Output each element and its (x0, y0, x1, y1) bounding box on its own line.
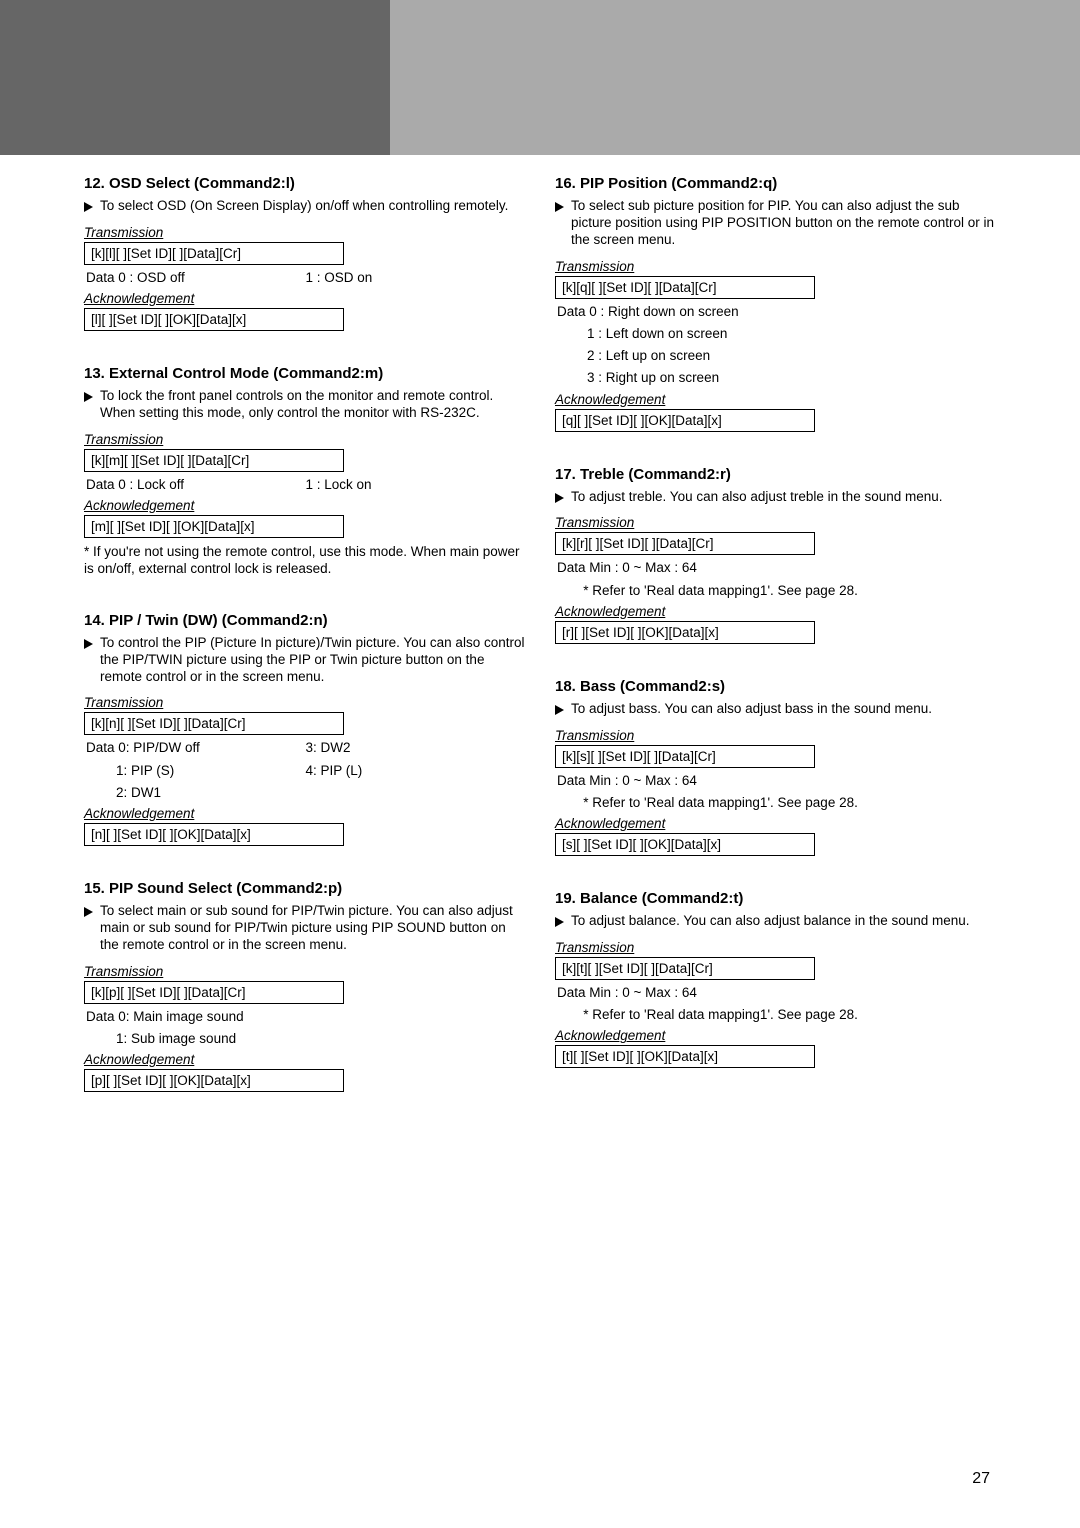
data-line: 2 : Left up on screen (555, 347, 996, 365)
data-line: 1: Sub image sound (84, 1030, 525, 1048)
data-line: * Refer to 'Real data mapping1'. See pag… (555, 1006, 996, 1024)
header-dark-block (0, 0, 390, 155)
right-column: 16. PIP Position (Command2:q) To select … (555, 175, 996, 1126)
section-desc: To select sub picture position for PIP. … (555, 198, 996, 249)
section-heading: 19. Balance (Command2:t) (555, 890, 996, 907)
ack-box: [n][ ][Set ID][ ][OK][Data][x] (84, 823, 344, 846)
transmission-box: [k][t][ ][Set ID][ ][Data][Cr] (555, 957, 815, 980)
left-column: 12. OSD Select (Command2:l) To select OS… (84, 175, 525, 1126)
ack-label: Acknowledgement (84, 498, 525, 513)
ack-box: [m][ ][Set ID][ ][OK][Data][x] (84, 515, 344, 538)
section-desc: To control the PIP (Picture In picture)/… (84, 635, 525, 686)
section-desc: To lock the front panel controls on the … (84, 388, 525, 422)
transmission-box: [k][n][ ][Set ID][ ][Data][Cr] (84, 712, 344, 735)
ack-box: [r][ ][Set ID][ ][OK][Data][x] (555, 621, 815, 644)
data-line: Data 0 : Lock off1 : Lock on (84, 476, 525, 494)
transmission-label: Transmission (555, 728, 996, 743)
section-desc: To adjust balance. You can also adjust b… (555, 913, 996, 930)
section-desc: To adjust treble. You can also adjust tr… (555, 489, 996, 506)
section-heading: 17. Treble (Command2:r) (555, 466, 996, 483)
footnote: * If you're not using the remote control… (84, 544, 525, 578)
data-line: Data 0 : Right down on screen (555, 303, 996, 321)
ack-label: Acknowledgement (555, 816, 996, 831)
transmission-label: Transmission (84, 964, 525, 979)
data-line: Data 0: PIP/DW off3: DW2 (84, 739, 525, 757)
ack-label: Acknowledgement (555, 1028, 996, 1043)
section-heading: 13. External Control Mode (Command2:m) (84, 365, 525, 382)
transmission-label: Transmission (555, 515, 996, 530)
transmission-box: [k][q][ ][Set ID][ ][Data][Cr] (555, 276, 815, 299)
transmission-label: Transmission (84, 225, 525, 240)
data-line: 3 : Right up on screen (555, 369, 996, 387)
data-line: Data 0: Main image sound (84, 1008, 525, 1026)
section-15: 15. PIP Sound Select (Command2:p) To sel… (84, 880, 525, 1092)
section-heading: 15. PIP Sound Select (Command2:p) (84, 880, 525, 897)
transmission-label: Transmission (555, 259, 996, 274)
header-band (0, 0, 1080, 155)
data-line: Data 0 : OSD off1 : OSD on (84, 269, 525, 287)
data-line: Data Min : 0 ~ Max : 64 (555, 772, 996, 790)
section-heading: 14. PIP / Twin (DW) (Command2:n) (84, 612, 525, 629)
transmission-label: Transmission (555, 940, 996, 955)
page-number: 27 (972, 1470, 990, 1488)
data-line: Data Min : 0 ~ Max : 64 (555, 559, 996, 577)
ack-box: [t][ ][Set ID][ ][OK][Data][x] (555, 1045, 815, 1068)
section-desc: To adjust bass. You can also adjust bass… (555, 701, 996, 718)
section-17: 17. Treble (Command2:r) To adjust treble… (555, 466, 996, 644)
section-heading: 16. PIP Position (Command2:q) (555, 175, 996, 192)
section-heading: 12. OSD Select (Command2:l) (84, 175, 525, 192)
section-desc: To select main or sub sound for PIP/Twin… (84, 903, 525, 954)
section-16: 16. PIP Position (Command2:q) To select … (555, 175, 996, 432)
section-18: 18. Bass (Command2:s) To adjust bass. Yo… (555, 678, 996, 856)
data-line: 2: DW1 (84, 784, 525, 802)
section-14: 14. PIP / Twin (DW) (Command2:n) To cont… (84, 612, 525, 846)
ack-box: [l][ ][Set ID][ ][OK][Data][x] (84, 308, 344, 331)
transmission-box: [k][s][ ][Set ID][ ][Data][Cr] (555, 745, 815, 768)
transmission-box: [k][l][ ][Set ID][ ][Data][Cr] (84, 242, 344, 265)
data-line: * Refer to 'Real data mapping1'. See pag… (555, 794, 996, 812)
ack-label: Acknowledgement (555, 604, 996, 619)
ack-label: Acknowledgement (84, 806, 525, 821)
ack-label: Acknowledgement (555, 392, 996, 407)
data-line: 1: PIP (S)4: PIP (L) (84, 762, 525, 780)
transmission-label: Transmission (84, 695, 525, 710)
data-line: Data Min : 0 ~ Max : 64 (555, 984, 996, 1002)
ack-box: [q][ ][Set ID][ ][OK][Data][x] (555, 409, 815, 432)
data-line: * Refer to 'Real data mapping1'. See pag… (555, 582, 996, 600)
ack-box: [s][ ][Set ID][ ][OK][Data][x] (555, 833, 815, 856)
ack-box: [p][ ][Set ID][ ][OK][Data][x] (84, 1069, 344, 1092)
ack-label: Acknowledgement (84, 1052, 525, 1067)
section-13: 13. External Control Mode (Command2:m) T… (84, 365, 525, 578)
transmission-label: Transmission (84, 432, 525, 447)
data-line: 1 : Left down on screen (555, 325, 996, 343)
section-desc: To select OSD (On Screen Display) on/off… (84, 198, 525, 215)
transmission-box: [k][r][ ][Set ID][ ][Data][Cr] (555, 532, 815, 555)
transmission-box: [k][p][ ][Set ID][ ][Data][Cr] (84, 981, 344, 1004)
section-heading: 18. Bass (Command2:s) (555, 678, 996, 695)
transmission-box: [k][m][ ][Set ID][ ][Data][Cr] (84, 449, 344, 472)
section-19: 19. Balance (Command2:t) To adjust balan… (555, 890, 996, 1068)
ack-label: Acknowledgement (84, 291, 525, 306)
section-12: 12. OSD Select (Command2:l) To select OS… (84, 175, 525, 331)
